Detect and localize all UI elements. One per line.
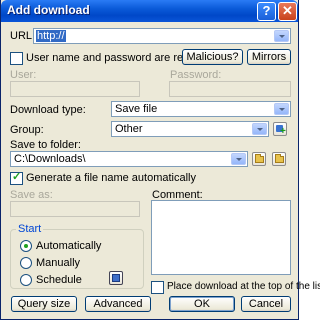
mirrors-button[interactable]: Mirrors xyxy=(247,49,291,65)
start-schedule-radio[interactable] xyxy=(20,274,32,286)
password-field[interactable] xyxy=(169,81,291,97)
password-label: Password: xyxy=(170,69,222,81)
url-combobox[interactable]: http:// xyxy=(33,28,291,44)
start-automatically-radio[interactable] xyxy=(20,240,32,252)
url-label: URL: xyxy=(10,30,36,42)
save-to-folder-combobox[interactable]: C:\Downloads\ xyxy=(10,151,248,167)
download-type-select[interactable]: Save file xyxy=(111,101,291,117)
group-value: Other xyxy=(115,123,143,135)
comment-textarea[interactable] xyxy=(151,200,291,275)
download-type-dropdown-arrow[interactable] xyxy=(274,103,289,115)
advanced-button[interactable]: Advanced xyxy=(85,296,151,312)
top-of-list-label: Place download at the top of the list xyxy=(167,281,320,292)
generate-filename-checkbox[interactable] xyxy=(10,170,23,185)
window-title: Add download xyxy=(7,3,90,17)
group-dropdown-arrow[interactable] xyxy=(252,123,267,135)
folder-icon[interactable] xyxy=(252,152,266,166)
start-legend: Start xyxy=(16,223,44,235)
url-dropdown-arrow[interactable] xyxy=(274,30,289,42)
cancel-button[interactable]: Cancel xyxy=(241,296,291,312)
user-field[interactable] xyxy=(10,81,140,97)
add-download-dialog: Add download ? ✕ URL: http:// User name … xyxy=(0,0,320,320)
title-bar[interactable]: Add download ? ✕ xyxy=(1,0,298,22)
download-type-value: Save file xyxy=(115,103,158,115)
ok-button[interactable]: OK xyxy=(169,296,235,312)
url-value: http:// xyxy=(36,30,66,42)
start-schedule-label: Schedule xyxy=(36,274,82,286)
download-type-label: Download type: xyxy=(10,104,86,116)
save-as-field[interactable] xyxy=(10,201,140,217)
start-automatically-label: Automatically xyxy=(36,240,102,252)
group-label: Group: xyxy=(10,124,44,136)
save-to-folder-label: Save to folder: xyxy=(10,139,81,151)
malicious-button[interactable]: Malicious? xyxy=(182,49,243,65)
group-select[interactable]: Other xyxy=(111,121,269,137)
auth-required-checkbox[interactable] xyxy=(10,52,23,65)
start-manually-label: Manually xyxy=(36,257,81,269)
add-group-icon[interactable]: + xyxy=(273,122,287,137)
top-of-list-checkbox[interactable] xyxy=(151,281,164,294)
open-folder-icon[interactable] xyxy=(272,152,286,166)
query-size-button[interactable]: Query size xyxy=(11,296,77,312)
schedule-icon[interactable] xyxy=(109,271,123,285)
save-to-folder-dropdown-arrow[interactable] xyxy=(231,153,246,165)
start-manually-radio[interactable] xyxy=(20,257,32,269)
generate-filename-label: Generate a file name automatically xyxy=(26,172,196,184)
close-button[interactable]: ✕ xyxy=(278,2,297,21)
user-label: User: xyxy=(10,69,37,81)
save-to-folder-value: C:\Downloads\ xyxy=(14,153,86,165)
help-button[interactable]: ? xyxy=(257,2,276,21)
save-as-label: Save as: xyxy=(10,189,53,201)
